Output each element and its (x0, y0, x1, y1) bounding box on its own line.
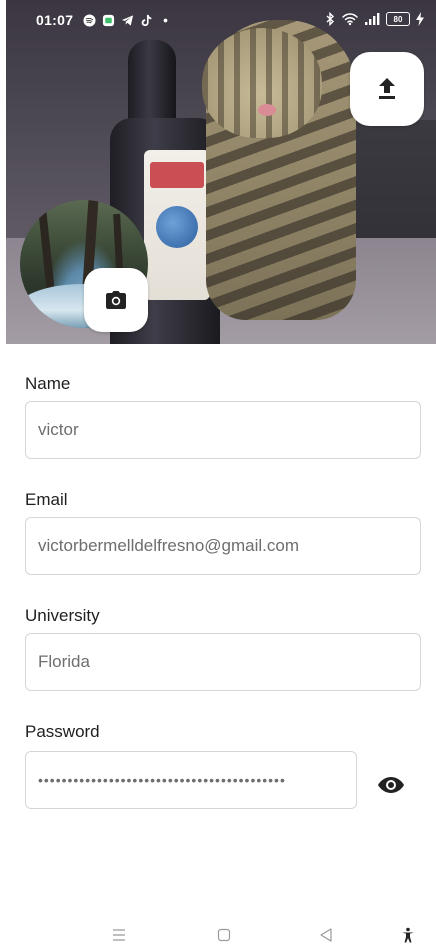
system-nav-bar (0, 920, 436, 950)
cat-nose (258, 104, 276, 116)
password-value: ••••••••••••••••••••••••••••••••••••••••… (38, 772, 286, 788)
upload-icon (379, 78, 395, 99)
status-bar: 01:07 80 (6, 0, 436, 40)
telegram-icon (122, 14, 134, 26)
university-field[interactable]: Florida (25, 633, 421, 691)
name-value: victor (38, 420, 79, 439)
bluetooth-icon (326, 12, 335, 26)
name-field[interactable]: victor (25, 401, 421, 459)
bottle-neck (128, 40, 176, 130)
nav-menu-button[interactable] (109, 926, 129, 944)
status-notification-icons (83, 13, 172, 27)
university-value: Florida (38, 652, 90, 671)
spotify-icon (83, 13, 96, 27)
email-value: victorbermelldelfresno@gmail.com (38, 536, 300, 555)
email-label: Email (25, 490, 68, 509)
battery-icon: 80 (386, 12, 410, 26)
eye-icon (378, 777, 404, 793)
status-time: 01:07 (36, 12, 74, 28)
password-label: Password (25, 722, 100, 741)
tiktok-icon (141, 14, 152, 26)
battery-level: 80 (393, 14, 403, 24)
accessibility-icon (402, 927, 414, 943)
upload-cover-button[interactable] (350, 52, 424, 126)
cat-head (202, 28, 322, 138)
back-icon (320, 928, 332, 942)
email-field[interactable]: victorbermelldelfresno@gmail.com (25, 517, 421, 575)
wifi-icon (342, 13, 358, 26)
status-system-icons: 80 (324, 12, 424, 26)
messages-icon (103, 14, 115, 26)
name-label: Name (25, 374, 71, 393)
nav-home-button[interactable] (214, 926, 234, 944)
signal-icon (365, 13, 380, 25)
charging-icon (416, 12, 424, 26)
home-icon (217, 928, 231, 942)
nav-back-button[interactable] (316, 926, 336, 944)
dot-icon (163, 18, 168, 22)
change-avatar-button[interactable] (84, 268, 148, 332)
nav-accessibility-button[interactable] (398, 926, 418, 944)
camera-icon (106, 291, 126, 309)
toggle-password-visibility-button[interactable] (374, 768, 408, 802)
university-label: University (25, 606, 100, 625)
password-field[interactable]: ••••••••••••••••••••••••••••••••••••••••… (25, 751, 357, 809)
bottle-label-red (150, 162, 204, 188)
menu-icon (113, 929, 125, 941)
bottle-label-globe (156, 206, 198, 248)
